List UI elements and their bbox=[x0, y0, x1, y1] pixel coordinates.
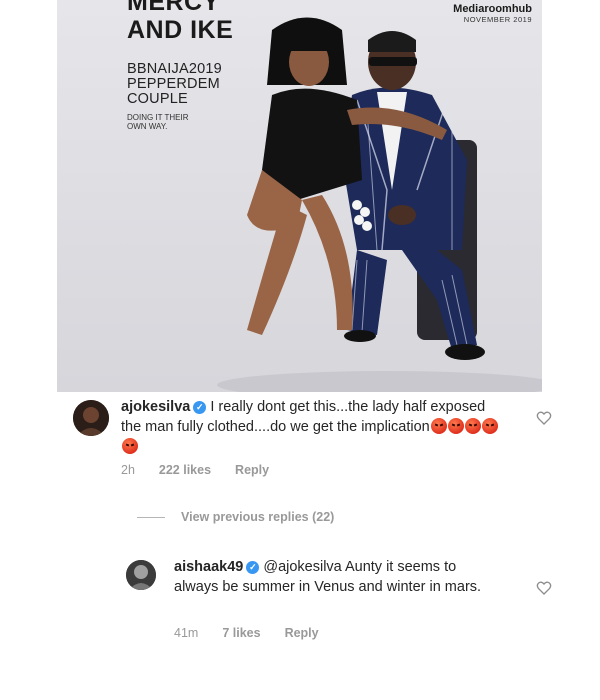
avatar[interactable] bbox=[73, 400, 109, 436]
avatar-image bbox=[126, 560, 156, 590]
cover-tagline-line1: DOING IT THEIR bbox=[127, 113, 189, 122]
reply-username[interactable]: aishaak49 bbox=[174, 559, 243, 575]
cover-tagline: DOING IT THEIR OWN WAY. bbox=[127, 113, 189, 131]
cover-subtitle-line2: PEPPERDEM bbox=[127, 76, 220, 92]
heart-outline-icon[interactable] bbox=[536, 580, 552, 596]
heart-outline-icon[interactable] bbox=[536, 410, 552, 426]
angry-face-emoji-icon bbox=[481, 418, 498, 434]
view-previous-replies[interactable]: View previous replies (22) bbox=[137, 510, 334, 524]
cover-title-line1: MERCY bbox=[127, 0, 220, 16]
comment-body: ajokesilva ✓ I really dont get this...the … bbox=[121, 397, 501, 457]
avatar[interactable] bbox=[126, 560, 156, 590]
issue-date: NOVEMBER 2019 bbox=[463, 15, 532, 24]
angry-face-emoji-icon bbox=[122, 438, 138, 454]
verified-badge-icon: ✓ bbox=[246, 561, 260, 574]
cover-title: MERCY AND IKE bbox=[127, 0, 233, 44]
comments-section: ajokesilva ✓ I really dont get this...the … bbox=[57, 392, 552, 657]
verified-badge-icon: ✓ bbox=[193, 401, 207, 414]
angry-face-emoji-icon bbox=[464, 418, 481, 434]
reply-time: 41m bbox=[174, 626, 199, 640]
reply-mention[interactable]: @ajokesilva bbox=[263, 559, 341, 575]
reply-button[interactable]: Reply bbox=[285, 626, 319, 640]
comment-likes[interactable]: 222 likes bbox=[159, 463, 211, 477]
cover-tagline-line2: OWN WAY. bbox=[127, 122, 168, 131]
reply-button[interactable]: Reply bbox=[235, 463, 269, 477]
brand-masthead: Mediaroomhub NOVEMBER 2019 bbox=[453, 3, 532, 24]
avatar-image bbox=[73, 400, 109, 436]
cover-title-line2: AND IKE bbox=[127, 16, 234, 44]
couple-photo bbox=[217, 17, 542, 392]
brand-name: Mediaroomhub bbox=[453, 3, 532, 15]
divider-line bbox=[137, 516, 165, 518]
view-previous-replies-label: View previous replies (22) bbox=[181, 510, 335, 524]
reply-body: aishaak49 ✓ @ajokesilva Aunty it seems to … bbox=[174, 557, 504, 597]
reply-likes[interactable]: 7 likes bbox=[222, 626, 260, 640]
angry-face-emoji-icon bbox=[447, 418, 464, 434]
comment-time: 2h bbox=[121, 463, 135, 477]
cover-subtitle-line3: COUPLE bbox=[127, 91, 188, 107]
comment-meta: 2h 222 likes Reply bbox=[121, 463, 269, 477]
cover-subtitle: BBNAIJA2019 PEPPERDEM COUPLE bbox=[127, 62, 222, 107]
magazine-cover-image: MERCY AND IKE BBNAIJA2019 PEPPERDEM COUP… bbox=[57, 0, 542, 392]
angry-face-emoji-icon bbox=[430, 418, 447, 434]
reply-meta: 41m 7 likes Reply bbox=[174, 626, 319, 640]
cover-subtitle-line1: BBNAIJA2019 bbox=[127, 61, 222, 77]
comment-username[interactable]: ajokesilva bbox=[121, 399, 190, 415]
